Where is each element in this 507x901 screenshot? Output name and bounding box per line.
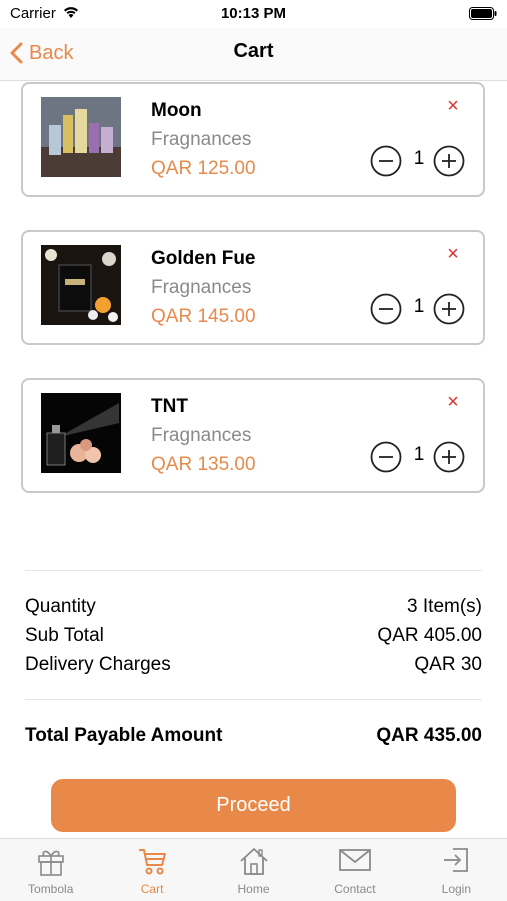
item-price: QAR 145.00 <box>151 306 256 327</box>
item-price: QAR 135.00 <box>151 454 256 475</box>
item-category: Fragnances <box>151 277 252 298</box>
cart-item: Moon Fragnances QAR 125.00 × 1 <box>21 82 485 197</box>
home-icon <box>239 848 268 875</box>
product-image-moon <box>41 97 121 177</box>
quantity-value: 1 <box>413 444 425 465</box>
subtotal-row: Sub Total QAR 405.00 <box>25 625 482 647</box>
login-icon <box>444 848 469 872</box>
delivery-row: Delivery Charges QAR 30 <box>25 654 482 676</box>
quantity-value: 1 <box>413 296 425 317</box>
decrease-quantity-button[interactable] <box>370 145 402 177</box>
total-label: Total Payable Amount <box>25 725 223 746</box>
tab-login[interactable]: Login <box>406 839 507 901</box>
gift-icon <box>37 850 64 876</box>
cart-item: TNT Fragnances QAR 135.00 × 1 <box>21 378 485 493</box>
delivery-value: QAR 30 <box>414 654 482 675</box>
tab-bar: Tombola Cart Home Contact Login <box>0 838 507 901</box>
remove-item-button[interactable]: × <box>443 244 463 264</box>
product-image-golden-fue <box>41 245 121 325</box>
tab-label: Login <box>441 882 472 896</box>
proceed-button[interactable]: Proceed <box>51 779 456 832</box>
decrease-quantity-button[interactable] <box>370 293 402 325</box>
quantity-value: 1 <box>413 148 425 169</box>
item-category: Fragnances <box>151 129 252 150</box>
subtotal-value: QAR 405.00 <box>377 625 482 646</box>
tab-label: Tombola <box>28 882 74 896</box>
page-title: Cart <box>233 40 274 62</box>
remove-item-button[interactable]: × <box>443 392 463 412</box>
cart-icon <box>139 849 167 875</box>
summary-divider-top <box>25 570 482 571</box>
item-name: TNT <box>151 396 188 417</box>
delivery-label: Delivery Charges <box>25 654 171 675</box>
tab-cart[interactable]: Cart <box>101 839 202 901</box>
tab-tombola[interactable]: Tombola <box>0 839 101 901</box>
subtotal-label: Sub Total <box>25 625 104 646</box>
increase-quantity-button[interactable] <box>433 293 465 325</box>
item-category: Fragnances <box>151 425 252 446</box>
mail-icon <box>339 849 371 871</box>
summary-divider-bottom <box>25 699 482 700</box>
item-name: Moon <box>151 100 202 121</box>
status-time: 10:13 PM <box>220 5 287 22</box>
tab-contact[interactable]: Contact <box>304 839 405 901</box>
quantity-label: Quantity <box>25 596 96 617</box>
total-value: QAR 435.00 <box>376 725 482 746</box>
tab-label: Contact <box>334 882 376 896</box>
product-image-tnt <box>41 393 121 473</box>
quantity-row: Quantity 3 Item(s) <box>25 596 482 618</box>
battery-icon <box>469 7 497 25</box>
tab-label: Cart <box>140 882 164 896</box>
total-row: Total Payable Amount QAR 435.00 <box>25 725 482 747</box>
item-name: Golden Fue <box>151 248 256 269</box>
status-bar: Carrier 10:13 PM <box>0 0 507 28</box>
increase-quantity-button[interactable] <box>433 441 465 473</box>
tab-label: Home <box>237 882 270 896</box>
cart-item: Golden Fue Fragnances QAR 145.00 × 1 <box>21 230 485 345</box>
remove-item-button[interactable]: × <box>443 96 463 116</box>
quantity-total: 3 Item(s) <box>407 596 482 617</box>
tab-home[interactable]: Home <box>203 839 304 901</box>
increase-quantity-button[interactable] <box>433 145 465 177</box>
item-price: QAR 125.00 <box>151 158 256 179</box>
decrease-quantity-button[interactable] <box>370 441 402 473</box>
navigation-bar: Back Cart <box>0 28 507 81</box>
